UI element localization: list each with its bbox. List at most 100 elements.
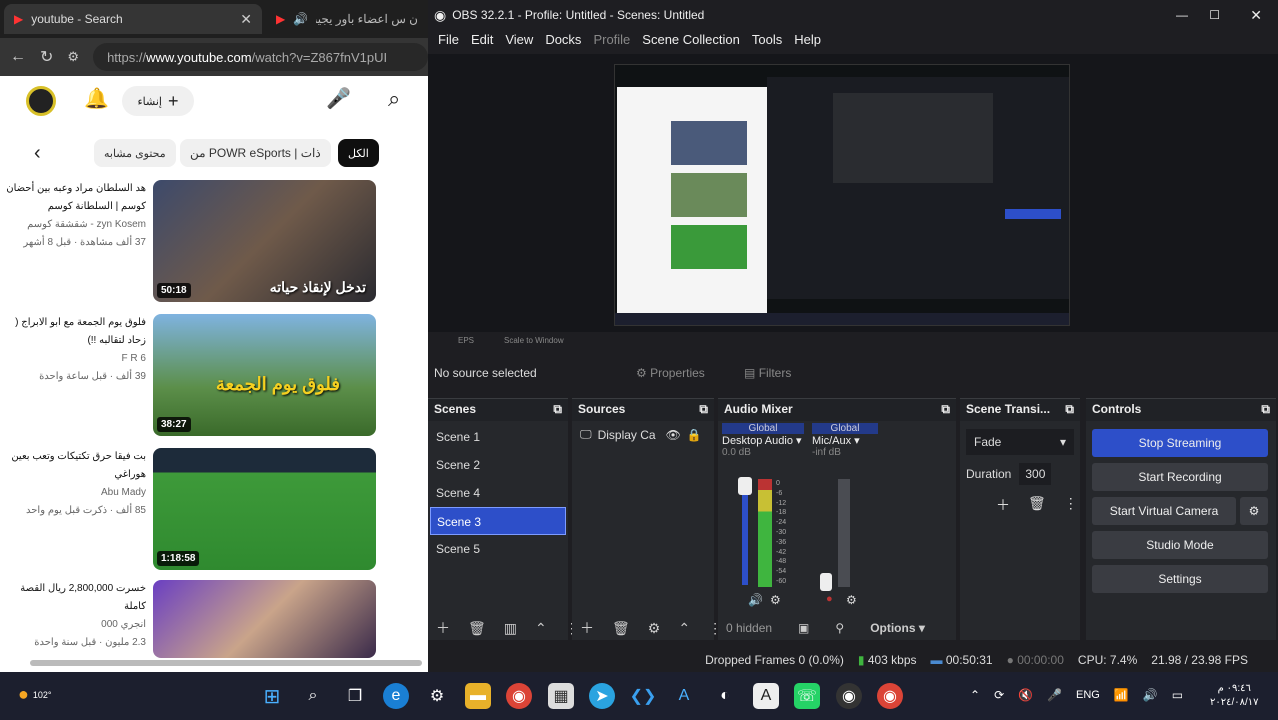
start-virtual-camera-button[interactable]: Start Virtual Camera — [1092, 497, 1236, 525]
list-item[interactable]: بت فيقا حرق تكتيكات وتعب بعين هوراغي Abu… — [0, 448, 428, 572]
properties-button[interactable]: ⚙ Properties — [636, 366, 705, 380]
duration-stepper[interactable]: 300 — [1019, 463, 1052, 485]
chip-all[interactable]: الكل — [338, 139, 379, 167]
store-icon[interactable]: ▦ — [548, 683, 574, 709]
translate-icon[interactable]: A — [671, 683, 697, 709]
more-icon[interactable]: ⋮ — [1064, 495, 1078, 515]
create-button[interactable]: إنشاء + — [122, 86, 194, 116]
address-field[interactable]: https://www.youtube.com/watch?v=Z867fnV1… — [93, 43, 428, 71]
list-item[interactable]: هد السلطان مراد وعبه بين أحضان كوسم | ال… — [0, 180, 428, 304]
vscode-icon[interactable]: ❮❯ — [630, 683, 657, 709]
maximize-icon[interactable]: ☐ — [1209, 8, 1220, 22]
scene-item[interactable]: Scene 2 — [430, 451, 566, 479]
scene-item[interactable]: Scene 5 — [430, 535, 566, 563]
minimize-icon[interactable]: — — [1176, 8, 1188, 22]
speaker-icon[interactable]: 🔊 — [748, 593, 763, 607]
avatar[interactable] — [26, 86, 56, 116]
telegram-icon[interactable]: ➤ — [589, 683, 615, 709]
volume-icon[interactable]: 🔊 — [1143, 688, 1158, 702]
scene-item-selected[interactable]: Scene 3 — [430, 507, 566, 535]
undock-icon[interactable]: ⧉ — [1261, 402, 1270, 418]
video-thumbnail[interactable]: 1:18:58 — [153, 448, 376, 570]
settings-icon[interactable]: ⚙ — [424, 683, 450, 709]
menu-file[interactable]: File — [432, 30, 465, 54]
start-recording-button[interactable]: Start Recording — [1092, 463, 1268, 491]
video-thumbnail[interactable]: تدخل لإنقاذ حياته 50:18 — [153, 180, 376, 302]
studio-mode-button[interactable]: Studio Mode — [1092, 531, 1268, 559]
chrome-icon[interactable]: ◉ — [506, 683, 532, 709]
tab-youtube-search[interactable]: ▶ youtube - Search ✕ — [4, 4, 262, 34]
transition-select[interactable]: Fade ▾ — [966, 429, 1074, 455]
stop-streaming-button[interactable]: Stop Streaming — [1092, 429, 1268, 457]
scene-item[interactable]: Scene 4 — [430, 479, 566, 507]
gear-icon[interactable]: ⚙ — [770, 593, 781, 607]
edge-icon[interactable]: e — [383, 683, 409, 709]
menu-view[interactable]: View — [499, 30, 539, 54]
layout-icon[interactable]: ▣ — [798, 621, 809, 635]
scene-item[interactable]: Scene 1 — [430, 423, 566, 451]
site-info-icon[interactable]: ⚙ — [67, 49, 79, 65]
chip-related[interactable]: محتوى مشابه — [94, 139, 176, 167]
settings-button[interactable]: Settings — [1092, 565, 1268, 593]
channel-name[interactable]: Desktop Audio ▾ — [722, 434, 804, 447]
language-indicator[interactable]: ENG — [1076, 689, 1100, 701]
hidden-count[interactable]: 0 hidden — [726, 621, 772, 635]
menu-docks[interactable]: Docks — [539, 30, 587, 54]
add-icon[interactable]: ＋ — [996, 495, 1010, 515]
undock-icon[interactable]: ⧉ — [553, 402, 562, 418]
menu-edit[interactable]: Edit — [465, 30, 499, 54]
trash-icon[interactable]: 🗑 — [612, 620, 630, 637]
video-thumbnail[interactable]: فلوق يوم الجمعة 38:27 — [153, 314, 376, 436]
source-item[interactable]: 🖵 Display Ca 👁 🔒 — [572, 421, 714, 448]
list-item[interactable]: فلوق يوم الجمعة مع ابو الابراج ( زحاد لت… — [0, 314, 428, 438]
close-icon[interactable]: ✕ — [240, 11, 252, 28]
add-icon[interactable]: ＋ — [580, 618, 594, 638]
mic-icon[interactable]: 🎤 — [326, 86, 351, 111]
filters-button[interactable]: ▤ Filters — [744, 366, 791, 380]
mute-icon[interactable]: ● — [826, 593, 833, 605]
volume-slider[interactable] — [742, 481, 748, 585]
menu-tools[interactable]: Tools — [746, 30, 788, 54]
scrollbar[interactable] — [30, 660, 422, 666]
options-button[interactable]: Options ▾ — [870, 621, 925, 635]
weather-widget[interactable]: ● 102° — [18, 684, 52, 705]
clock[interactable]: ٠٩:٤٦ م ٢٠٢٤/٠٨/١٧ — [1210, 682, 1259, 710]
trash-icon[interactable]: 🗑 — [468, 620, 486, 637]
channel-name[interactable]: Mic/Aux ▾ — [812, 434, 878, 447]
chevron-left-icon[interactable]: ‹ — [34, 142, 41, 165]
eye-icon[interactable]: 👁 — [666, 428, 681, 442]
lock-icon[interactable]: 🔒 — [687, 428, 702, 442]
video-thumbnail[interactable] — [153, 580, 376, 658]
chevron-up-icon[interactable]: ⌃ — [678, 620, 690, 637]
app-icon[interactable]: A — [753, 683, 779, 709]
slider-handle[interactable] — [820, 573, 832, 591]
undock-icon[interactable]: ⧉ — [1065, 402, 1074, 418]
menu-profile[interactable]: Profile — [587, 30, 636, 54]
github-icon[interactable]: ◐ — [712, 683, 738, 709]
sync-icon[interactable]: ⟳ — [994, 688, 1004, 702]
menu-scene-collection[interactable]: Scene Collection — [636, 30, 746, 54]
file-explorer-icon[interactable]: ▬ — [465, 683, 491, 709]
speaker-muted-icon[interactable]: 🔇 — [1018, 688, 1033, 702]
add-icon[interactable]: ＋ — [436, 618, 450, 638]
reload-icon[interactable]: ↻ — [40, 47, 53, 67]
trash-icon[interactable]: 🗑 — [1028, 495, 1046, 515]
close-icon[interactable]: ✕ — [1250, 7, 1262, 24]
task-view-icon[interactable]: ❐ — [342, 683, 368, 709]
undock-icon[interactable]: ⧉ — [941, 402, 950, 418]
gear-icon[interactable]: ⚙ — [846, 593, 857, 607]
slider-handle[interactable] — [738, 477, 752, 495]
whatsapp-icon[interactable]: ☏ — [794, 683, 820, 709]
start-icon[interactable]: ⊞ — [259, 683, 285, 709]
tab-video[interactable]: ▶ 🔊 ن س اعضاء باور يجيب — [266, 4, 428, 34]
undock-icon[interactable]: ⧉ — [699, 402, 708, 418]
list-item[interactable]: خسرت 2,800,000 ريال القصة كاملة انجري 00… — [0, 580, 428, 658]
back-arrow-icon[interactable]: ← — [10, 48, 26, 66]
mic-icon[interactable]: 🎤 — [1047, 688, 1062, 702]
preview-canvas[interactable] — [428, 54, 1278, 332]
obs-icon[interactable]: ◉ — [836, 683, 862, 709]
link-icon[interactable]: ⚲ — [835, 621, 844, 635]
battery-icon[interactable]: ▭ — [1172, 688, 1183, 702]
chrome-icon[interactable]: ◉ — [877, 683, 903, 709]
filter-icon[interactable]: ▥ — [504, 620, 517, 637]
